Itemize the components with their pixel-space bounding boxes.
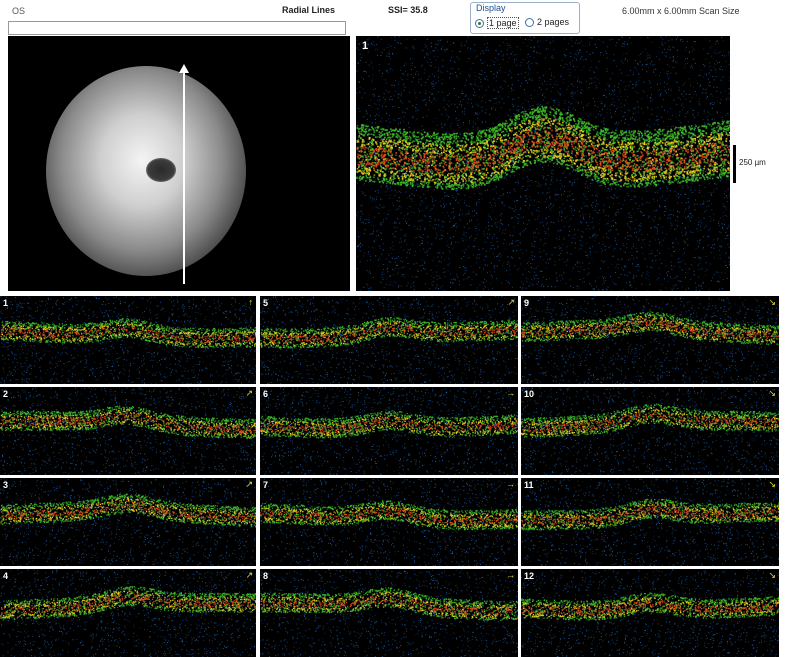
thumbnail-number: 10 (524, 389, 534, 399)
fundus-caption-field (8, 21, 346, 35)
one-page-label: 1 page (487, 17, 519, 29)
oct-bscan-render (260, 569, 518, 657)
oct-bscan-render (0, 296, 256, 384)
oct-bscan-render (0, 478, 256, 566)
scan-line-marker[interactable] (183, 72, 185, 284)
scale-bar (733, 145, 736, 183)
scan-size-label: 6.00mm x 6.00mm Scan Size (622, 6, 740, 16)
oct-thumbnail[interactable]: 11 ↘ (521, 478, 779, 566)
two-pages-radio[interactable]: 2 pages (525, 17, 569, 27)
thumbnail-number: 7 (263, 480, 268, 490)
scan-direction-arrow-icon: → (506, 388, 515, 398)
thumbnail-number: 1 (3, 298, 8, 308)
oct-bscan-render (521, 387, 779, 475)
oct-bscan-render (521, 569, 779, 657)
header-bar: OS Radial Lines SSI= 35.8 Display 1 page… (0, 0, 800, 36)
thumbnail-number: 11 (524, 480, 534, 490)
scale-bar-label: 250 µm (739, 158, 766, 167)
scan-direction-arrow-icon (179, 64, 189, 73)
oct-thumbnail[interactable]: 2↗ (0, 387, 256, 475)
thumbnail-number: 9 (524, 298, 529, 308)
signal-strength-index: SSI= 35.8 (388, 5, 428, 15)
thumbnail-number: 4 (3, 571, 8, 581)
oct-bscan-render (260, 478, 518, 566)
oct-bscan-render (0, 569, 256, 657)
oct-bscan-render (521, 478, 779, 566)
scan-direction-arrow-icon: ↗ (245, 388, 253, 399)
scan-direction-arrow-icon: → (506, 570, 515, 580)
oct-thumbnail[interactable]: 7→ (260, 478, 518, 566)
thumbnail-number: 12 (524, 571, 534, 581)
scan-direction-arrow-icon: ↗ (507, 297, 515, 308)
thumbnail-number: 6 (263, 389, 268, 399)
two-pages-label: 2 pages (537, 17, 569, 27)
scan-direction-arrow-icon: ↘ (768, 297, 776, 308)
fundus-image (8, 36, 350, 291)
thumbnail-number: 8 (263, 571, 268, 581)
one-page-radio[interactable]: 1 page (475, 17, 519, 29)
thumbnail-number: 2 (3, 389, 8, 399)
oct-thumbnail[interactable]: 1↑ (0, 296, 256, 384)
oct-thumbnail[interactable]: 8→ (260, 569, 518, 657)
main-oct-scan: 1 (356, 36, 730, 291)
oct-thumbnail[interactable]: 3↗ (0, 478, 256, 566)
scan-type-title: Radial Lines (282, 5, 335, 15)
display-option-group: Display 1 page 2 pages (470, 2, 580, 34)
oct-bscan-render (521, 296, 779, 384)
oct-thumbnail[interactable]: 5↗ (260, 296, 518, 384)
eye-label: OS (12, 6, 25, 16)
fovea-spot (146, 158, 176, 182)
scan-direction-arrow-icon: ↘ (768, 570, 776, 581)
display-label: Display (476, 3, 506, 13)
radio-unselected-icon (525, 18, 534, 27)
thumbnail-number: 5 (263, 298, 268, 308)
radio-selected-icon (475, 19, 484, 28)
oct-thumbnail[interactable]: 9↘ (521, 296, 779, 384)
scan-direction-arrow-icon: ↘ (768, 388, 776, 399)
oct-bscan-render (260, 387, 518, 475)
oct-thumbnail[interactable]: 12 ↘ (521, 569, 779, 657)
oct-bscan-render (356, 36, 730, 291)
scan-direction-arrow-icon: ↘ (768, 479, 776, 490)
scan-direction-arrow-icon: ↗ (245, 570, 253, 581)
oct-bscan-render (260, 296, 518, 384)
scan-direction-arrow-icon: ↑ (249, 297, 254, 307)
scan-direction-arrow-icon: ↗ (245, 479, 253, 490)
oct-thumbnail[interactable]: 6→ (260, 387, 518, 475)
oct-thumbnail[interactable]: 10 ↘ (521, 387, 779, 475)
thumbnail-number: 3 (3, 480, 8, 490)
oct-bscan-render (0, 387, 256, 475)
main-scan-number: 1 (362, 40, 368, 52)
oct-thumbnail[interactable]: 4↗ (0, 569, 256, 657)
scan-direction-arrow-icon: → (506, 479, 515, 489)
